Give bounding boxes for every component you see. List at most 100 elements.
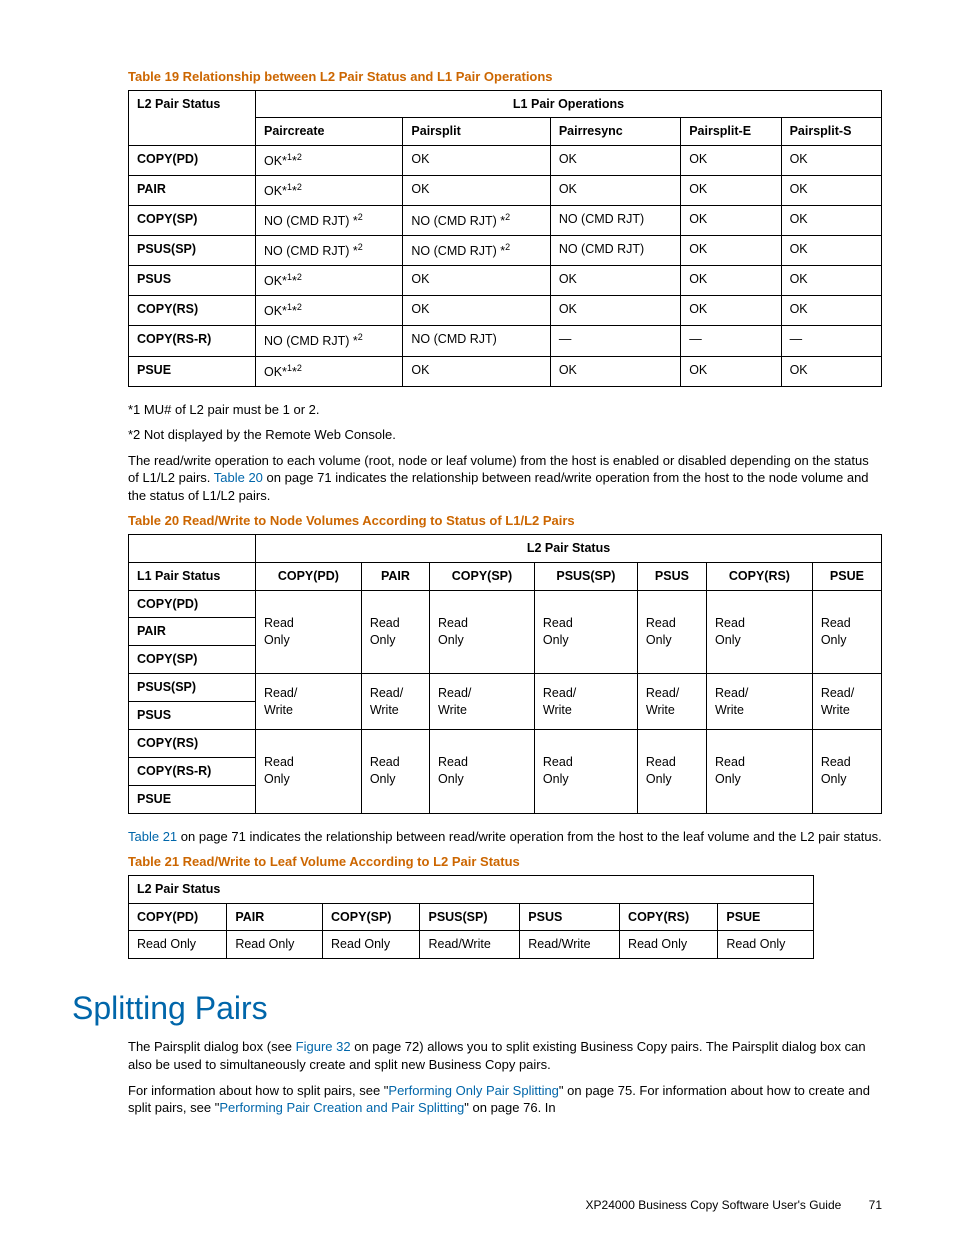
t19-rowhead: PSUS (129, 266, 256, 296)
link-table21[interactable]: Table 21 (128, 829, 177, 844)
t20-cell: ReadOnly (361, 729, 429, 813)
t21-col: PAIR (227, 903, 323, 931)
t19-h-l1ops: L1 Pair Operations (256, 90, 882, 118)
t20-cell: Read/Write (707, 674, 813, 730)
t21-h-group: L2 Pair Status (129, 875, 814, 903)
link-table20[interactable]: Table 20 (214, 470, 263, 485)
t19-cell: OK (681, 176, 781, 206)
splitting-p2: For information about how to split pairs… (128, 1082, 882, 1117)
t21-cell: Read Only (620, 931, 718, 959)
link-figure32[interactable]: Figure 32 (296, 1039, 351, 1054)
para-rw-node: The read/write operation to each volume … (128, 452, 882, 505)
t19-cell: OK (403, 296, 550, 326)
t20-cell: Read/Write (534, 674, 637, 730)
t19-cell: OK (681, 146, 781, 176)
t19-cell: OK (550, 356, 680, 386)
t19-cell: OK (403, 356, 550, 386)
t19-col-0: Paircreate (256, 118, 403, 146)
t21-cell: Read Only (227, 931, 323, 959)
table21-caption: Table 21 Read/Write to Leaf Volume Accor… (128, 853, 882, 871)
t19-h-l2: L2 Pair Status (129, 90, 256, 146)
t19-cell: OK (781, 296, 881, 326)
link-only-splitting[interactable]: Performing Only Pair Splitting (388, 1083, 559, 1098)
t19-cell: OK (681, 266, 781, 296)
t19-cell: OK (403, 146, 550, 176)
t20-cell: ReadOnly (534, 590, 637, 674)
t19-rowhead: PAIR (129, 176, 256, 206)
t20-cell: Read/Write (256, 674, 362, 730)
t20-rowhead: PAIR (129, 618, 256, 646)
t20-cell: ReadOnly (256, 590, 362, 674)
t19-cell: OK (403, 176, 550, 206)
t19-cell: — (550, 326, 680, 356)
t19-cell: OK (681, 206, 781, 236)
t20-col-3: PSUS(SP) (534, 562, 637, 590)
t21-col: PSUS(SP) (420, 903, 520, 931)
t19-cell: OK (681, 356, 781, 386)
t19-cell: OK (550, 266, 680, 296)
t20-rowhead: COPY(SP) (129, 646, 256, 674)
t21-cell: Read/Write (520, 931, 620, 959)
t20-blank (129, 534, 256, 562)
t20-cell: ReadOnly (707, 729, 813, 813)
t19-cell: NO (CMD RJT) (550, 206, 680, 236)
t21-cell: Read/Write (420, 931, 520, 959)
t21-col: COPY(PD) (129, 903, 227, 931)
t20-h-group: L2 Pair Status (256, 534, 882, 562)
t20-rowhead: COPY(PD) (129, 590, 256, 618)
t21-cell: Read Only (323, 931, 420, 959)
t21-col: COPY(RS) (620, 903, 718, 931)
t19-cell: OK (781, 206, 881, 236)
t19-col-4: Pairsplit-S (781, 118, 881, 146)
t19-cell: NO (CMD RJT) (550, 236, 680, 266)
t19-cell: OK (550, 296, 680, 326)
footnote-2: *2 Not displayed by the Remote Web Conso… (128, 426, 882, 444)
t19-cell: OK*1*2 (256, 176, 403, 206)
t19-cell: NO (CMD RJT) *2 (403, 236, 550, 266)
t19-cell: OK (781, 236, 881, 266)
t21-col: PSUS (520, 903, 620, 931)
t21-col: COPY(SP) (323, 903, 420, 931)
t19-cell: OK*1*2 (256, 356, 403, 386)
t20-rowhead: COPY(RS-R) (129, 757, 256, 785)
t19-rowhead: PSUE (129, 356, 256, 386)
t19-cell: OK*1*2 (256, 266, 403, 296)
t20-col-5: COPY(RS) (707, 562, 813, 590)
t21-cell: Read Only (129, 931, 227, 959)
t19-rowhead: COPY(SP) (129, 206, 256, 236)
t20-cell: Read/Write (637, 674, 706, 730)
t19-cell: OK (681, 296, 781, 326)
table21: L2 Pair Status COPY(PD)PAIRCOPY(SP)PSUS(… (128, 875, 814, 960)
t21-col: PSUE (718, 903, 814, 931)
t19-col-1: Pairsplit (403, 118, 550, 146)
t20-cell: ReadOnly (430, 590, 535, 674)
t20-cell: Read/Write (361, 674, 429, 730)
link-creation-splitting[interactable]: Performing Pair Creation and Pair Splitt… (219, 1100, 464, 1115)
t19-col-3: Pairsplit-E (681, 118, 781, 146)
t19-cell: OK (550, 146, 680, 176)
t19-cell: NO (CMD RJT) *2 (256, 236, 403, 266)
t20-col-0: COPY(PD) (256, 562, 362, 590)
t19-cell: OK (403, 266, 550, 296)
t19-cell: OK*1*2 (256, 146, 403, 176)
t20-cell: ReadOnly (707, 590, 813, 674)
t19-rowhead: COPY(PD) (129, 146, 256, 176)
t19-cell: — (681, 326, 781, 356)
t20-cell: ReadOnly (812, 590, 881, 674)
t20-cell: ReadOnly (637, 590, 706, 674)
t20-cell: Read/Write (812, 674, 881, 730)
t19-cell: — (781, 326, 881, 356)
para-rw-leaf: Table 21 on page 71 indicates the relati… (128, 828, 882, 846)
t19-cell: NO (CMD RJT) *2 (256, 326, 403, 356)
table20-caption: Table 20 Read/Write to Node Volumes Acco… (128, 512, 882, 530)
t19-rowhead: COPY(RS) (129, 296, 256, 326)
t19-cell: NO (CMD RJT) *2 (403, 206, 550, 236)
t20-cell: ReadOnly (256, 729, 362, 813)
footnote-1: *1 MU# of L2 pair must be 1 or 2. (128, 401, 882, 419)
table19-caption: Table 19 Relationship between L2 Pair St… (128, 68, 882, 86)
t20-col-4: PSUS (637, 562, 706, 590)
footer-title: XP24000 Business Copy Software User's Gu… (586, 1198, 842, 1212)
t19-rowhead: PSUS(SP) (129, 236, 256, 266)
t20-rowhead: PSUE (129, 785, 256, 813)
t19-cell: OK (781, 146, 881, 176)
